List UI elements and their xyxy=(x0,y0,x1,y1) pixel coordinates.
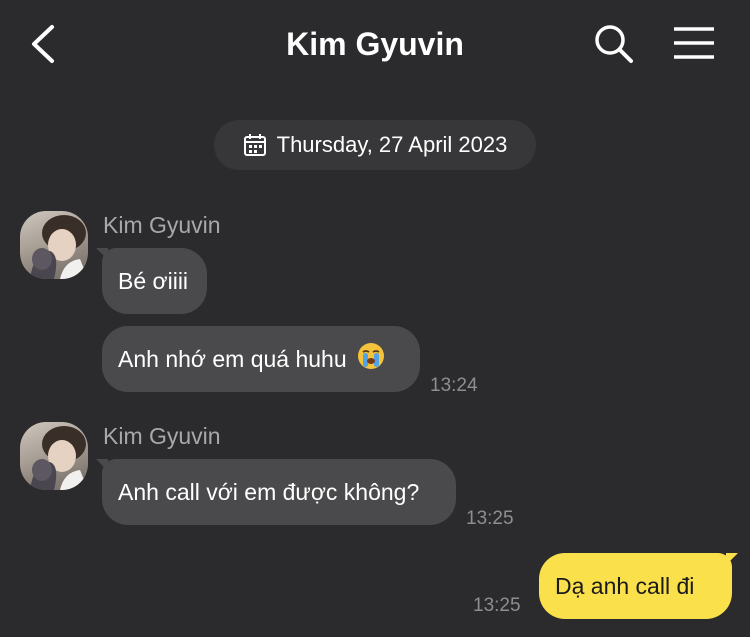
bubble-tail xyxy=(726,553,738,565)
sender-name: Kim Gyuvin xyxy=(103,212,221,238)
crying-face-icon xyxy=(357,342,385,376)
menu-button[interactable] xyxy=(670,22,718,66)
hamburger-menu-icon xyxy=(674,27,714,59)
message-bubble[interactable]: Anh nhớ em quá huhu xyxy=(102,326,420,392)
search-icon xyxy=(595,25,633,63)
message-text: Dạ anh call đi xyxy=(555,572,695,599)
message-time: 13:25 xyxy=(473,595,521,616)
calendar-icon xyxy=(243,134,266,156)
message-bubble[interactable]: Anh call với em được không? xyxy=(102,459,456,525)
message-text: Bé ơiiii xyxy=(118,267,189,294)
search-button[interactable] xyxy=(590,20,638,68)
avatar[interactable] xyxy=(20,211,88,279)
avatar-photo xyxy=(30,426,88,490)
avatar-photo xyxy=(30,215,88,279)
message-time: 13:24 xyxy=(430,375,478,396)
message-bubble-outgoing[interactable]: Dạ anh call đi xyxy=(539,553,732,619)
message-bubble[interactable]: Bé ơiiii xyxy=(102,248,207,314)
sender-name: Kim Gyuvin xyxy=(103,423,221,449)
date-divider: Thursday, 27 April 2023 xyxy=(214,120,536,170)
avatar[interactable] xyxy=(20,422,88,490)
message-text: Anh nhớ em quá huhu xyxy=(118,345,347,372)
message-text: Anh call với em được không? xyxy=(118,478,420,505)
message-time: 13:25 xyxy=(466,508,514,529)
date-label: Thursday, 27 April 2023 xyxy=(276,132,508,157)
